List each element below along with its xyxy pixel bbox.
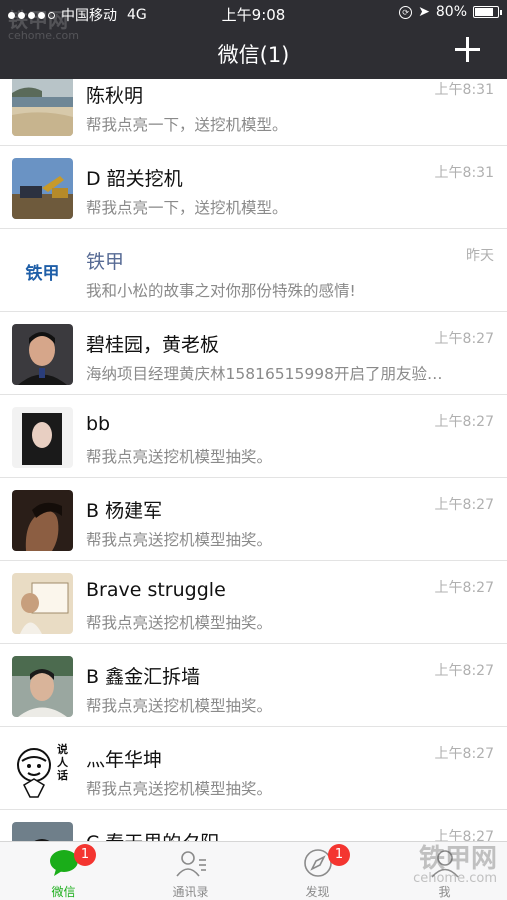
plus-icon[interactable] — [453, 35, 483, 65]
avatar — [12, 573, 73, 634]
chat-row[interactable]: bb 帮我点亮送挖机模型抽奖。 上午8:27 — [0, 395, 507, 478]
chat-preview: 帮我点亮一下，送挖机模型。 — [86, 199, 288, 217]
tab-label: 微信 — [51, 885, 76, 899]
chat-list: 陈秋明 帮我点亮一下，送挖机模型。 上午8:31 D 韶关挖机 帮我点亮一下，送挖机模型… — [0, 63, 507, 893]
chat-time: 上午8:31 — [434, 82, 494, 98]
watermark-logo-bottom: 铁甲网 cehome.com — [413, 844, 497, 886]
chat-name: 陈秋明 — [86, 85, 144, 107]
chat-time: 上午8:31 — [434, 165, 494, 181]
avatar — [12, 158, 73, 219]
avatar — [12, 75, 73, 136]
chat-time: 上午8:27 — [434, 414, 494, 430]
chat-row[interactable]: 碧桂园，黄老板海纳项目经理黄庆林15816515998开启了朋友验… 上午8:27 — [0, 312, 507, 395]
tab-0[interactable]: 1 微信 — [0, 842, 127, 900]
chat-row[interactable]: Brave struggle 帮我点亮送挖机模型抽奖。 上午8:27 — [0, 561, 507, 644]
chat-time: 上午8:27 — [434, 331, 494, 347]
avatar — [12, 656, 73, 717]
avatar — [12, 407, 73, 468]
chat-name: 碧桂园，黄老板 — [86, 334, 220, 356]
chat-preview: 我和小松的故事之对你那份特殊的感情! — [86, 282, 356, 300]
tab-2[interactable]: 1 发现 — [254, 842, 381, 900]
battery-percent: 80% — [435, 4, 467, 20]
avatar — [12, 490, 73, 551]
status-bar: 中国移动 4G 上午9:08 ⟳ ➤ 80% — [0, 0, 507, 27]
battery-icon — [473, 6, 502, 18]
chat-preview: 帮我点亮送挖机模型抽奖。 — [86, 697, 273, 715]
chat-time: 上午8:27 — [434, 580, 494, 596]
chat-preview: 帮我点亮一下，送挖机模型。 — [86, 116, 288, 134]
chat-name: 灬年华坤 — [86, 749, 163, 771]
avatar: 铁甲 — [12, 241, 73, 302]
chat-preview: 海纳项目经理黄庆林15816515998开启了朋友验… — [86, 365, 443, 383]
chat-row[interactable]: 铁甲 铁甲 我和小松的故事之对你那份特殊的感情! 昨天 — [0, 229, 507, 312]
chat-name: D 韶关挖机 — [86, 168, 183, 190]
page-title: 微信(1) — [217, 43, 290, 67]
chat-time: 上午8:27 — [434, 497, 494, 513]
chat-time: 昨天 — [466, 248, 494, 264]
unread-badge: 1 — [74, 844, 96, 866]
chat-time: 上午8:27 — [434, 663, 494, 679]
chat-row[interactable]: D 韶关挖机帮我点亮一下，送挖机模型。 上午8:31 — [0, 146, 507, 229]
nav-bar: 微信(1) — [0, 27, 507, 79]
avatar: 说人话 — [12, 739, 73, 800]
chat-name: bb — [86, 413, 111, 435]
chat-name: Brave struggle — [86, 579, 226, 601]
top-bar: 铁甲网 cehome.com 中国移动 4G 上午9:08 ⟳ ➤ 80% 微信… — [0, 0, 507, 79]
orientation-lock-icon: ⟳ — [399, 5, 413, 19]
chat-preview: 帮我点亮送挖机模型抽奖。 — [86, 531, 273, 549]
avatar — [12, 324, 73, 385]
contacts-icon — [175, 848, 207, 878]
tab-label: 通讯录 — [172, 885, 209, 899]
chat-time: 上午8:27 — [434, 746, 494, 762]
chat-preview: 帮我点亮送挖机模型抽奖。 — [86, 780, 273, 798]
chat-row[interactable]: B 鑫金汇拆墙帮我点亮送挖机模型抽奖。 上午8:27 — [0, 644, 507, 727]
chat-name: B 杨建军 — [86, 500, 163, 522]
chat-row[interactable]: B 杨建军帮我点亮送挖机模型抽奖。 上午8:27 — [0, 478, 507, 561]
unread-badge: 1 — [328, 844, 350, 866]
chat-name: B 鑫金汇拆墙 — [86, 666, 201, 688]
tab-label: 发现 — [305, 885, 330, 899]
chat-row[interactable]: 说人话 灬年华坤帮我点亮送挖机模型抽奖。 上午8:27 — [0, 727, 507, 810]
location-arrow-icon: ➤ — [418, 4, 430, 20]
chat-preview: 帮我点亮送挖机模型抽奖。 — [86, 448, 273, 466]
chat-name: 铁甲 — [86, 251, 125, 273]
tab-1[interactable]: 通讯录 — [127, 842, 254, 900]
wechat-screen: 铁甲网 cehome.com 中国移动 4G 上午9:08 ⟳ ➤ 80% 微信… — [0, 0, 507, 900]
chat-preview: 帮我点亮送挖机模型抽奖。 — [86, 614, 273, 632]
